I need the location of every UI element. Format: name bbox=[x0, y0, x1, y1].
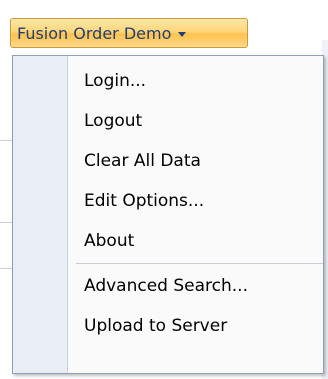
menu-item-edit-options[interactable]: Edit Options... bbox=[68, 181, 323, 221]
menu-icon-gutter bbox=[13, 56, 68, 373]
menu-item-upload-to-server[interactable]: Upload to Server bbox=[68, 306, 323, 346]
menu-item-clear-all-data[interactable]: Clear All Data bbox=[68, 141, 323, 181]
fusion-order-demo-menu-button[interactable]: Fusion Order Demo bbox=[10, 18, 248, 48]
menu-button-label: Fusion Order Demo bbox=[17, 23, 172, 43]
menu-separator bbox=[76, 263, 323, 264]
menu-item-login[interactable]: Login... bbox=[68, 61, 323, 101]
menu-items: Login... Logout Clear All Data Edit Opti… bbox=[68, 56, 323, 346]
menu-item-logout[interactable]: Logout bbox=[68, 101, 323, 141]
menu-item-advanced-search[interactable]: Advanced Search... bbox=[68, 266, 323, 306]
dropdown-menu: Login... Logout Clear All Data Edit Opti… bbox=[12, 55, 324, 374]
chevron-down-icon bbox=[178, 31, 187, 37]
menu-item-about[interactable]: About bbox=[68, 221, 323, 261]
